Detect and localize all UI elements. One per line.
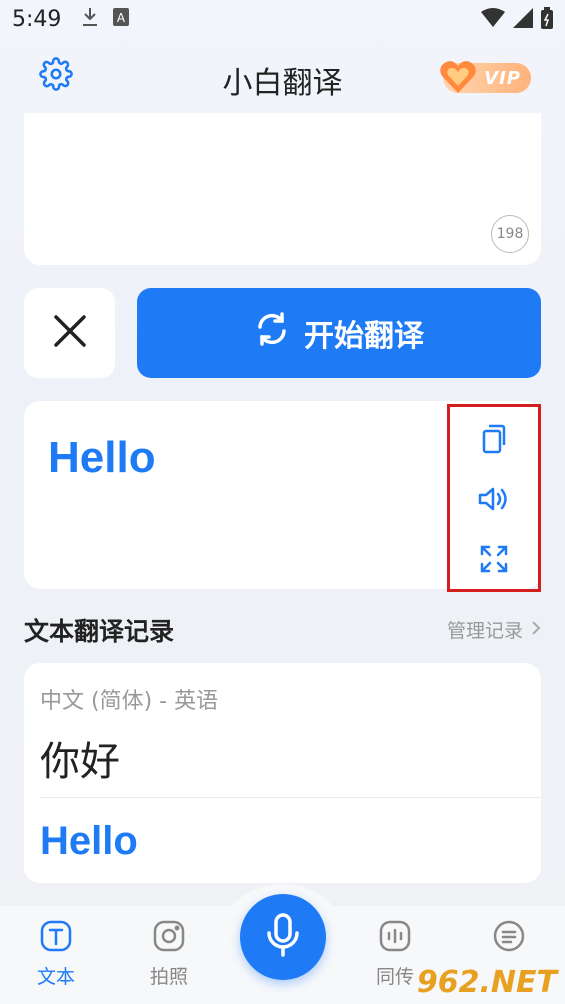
char-count-badge: 198 bbox=[491, 215, 529, 253]
nav-item-label: 拍照 bbox=[149, 966, 188, 988]
nav-item-notes[interactable] bbox=[474, 920, 544, 962]
battery-icon bbox=[541, 7, 553, 33]
speak-button[interactable] bbox=[450, 477, 538, 525]
nav-item-label: 文本 bbox=[36, 966, 75, 988]
translate-button-label: 开始翻译 bbox=[304, 319, 424, 354]
history-source-text: 你好 bbox=[40, 739, 120, 785]
wifi-icon bbox=[481, 8, 505, 32]
chevron-right-icon bbox=[531, 619, 541, 641]
history-header: 文本翻译记录 管理记录 bbox=[24, 608, 541, 648]
simultaneous-icon bbox=[379, 920, 411, 956]
fullscreen-icon bbox=[480, 545, 508, 577]
camera-icon bbox=[153, 920, 185, 956]
vip-label: VIP bbox=[484, 67, 521, 89]
result-actions-highlight bbox=[447, 404, 541, 592]
source-text-input[interactable]: 198 bbox=[24, 113, 541, 265]
microphone-icon bbox=[266, 913, 300, 961]
close-icon bbox=[53, 314, 87, 352]
voice-input-button[interactable] bbox=[240, 894, 326, 980]
heart-icon bbox=[439, 59, 477, 100]
speaker-icon bbox=[478, 485, 510, 517]
vip-button[interactable]: VIP bbox=[440, 61, 531, 93]
history-title: 文本翻译记录 bbox=[24, 617, 175, 646]
manage-history-label: 管理记录 bbox=[446, 620, 523, 642]
copy-icon bbox=[481, 424, 507, 458]
watermark-logo: 962.NET bbox=[416, 965, 557, 1000]
svg-text:A: A bbox=[117, 11, 126, 25]
nav-item-photo[interactable]: 拍照 bbox=[134, 920, 204, 989]
history-target-text: Hello bbox=[40, 819, 138, 863]
translate-button[interactable]: 开始翻译 bbox=[137, 288, 541, 378]
refresh-icon bbox=[254, 311, 290, 355]
history-item[interactable]: 中文 (简体) - 英语 你好 Hello bbox=[24, 663, 541, 883]
a-icon: A bbox=[113, 8, 130, 30]
signal-icon bbox=[513, 8, 533, 32]
header: 小白翻译 VIP bbox=[0, 48, 565, 104]
manage-history-link[interactable]: 管理记录 bbox=[447, 616, 541, 643]
clear-button[interactable] bbox=[24, 288, 115, 378]
status-time: 5:49 bbox=[12, 6, 62, 32]
fullscreen-button[interactable] bbox=[450, 537, 538, 585]
divider bbox=[40, 797, 541, 798]
text-icon bbox=[40, 920, 72, 956]
copy-button[interactable] bbox=[450, 417, 538, 465]
result-card: Hello bbox=[24, 401, 541, 592]
result-text: Hello bbox=[48, 433, 156, 482]
notes-icon bbox=[493, 920, 525, 956]
status-bar: 5:49 A bbox=[0, 0, 565, 38]
history-language-pair: 中文 (简体) - 英语 bbox=[40, 689, 219, 714]
nav-item-text[interactable]: 文本 bbox=[21, 920, 91, 989]
download-icon bbox=[81, 7, 99, 31]
